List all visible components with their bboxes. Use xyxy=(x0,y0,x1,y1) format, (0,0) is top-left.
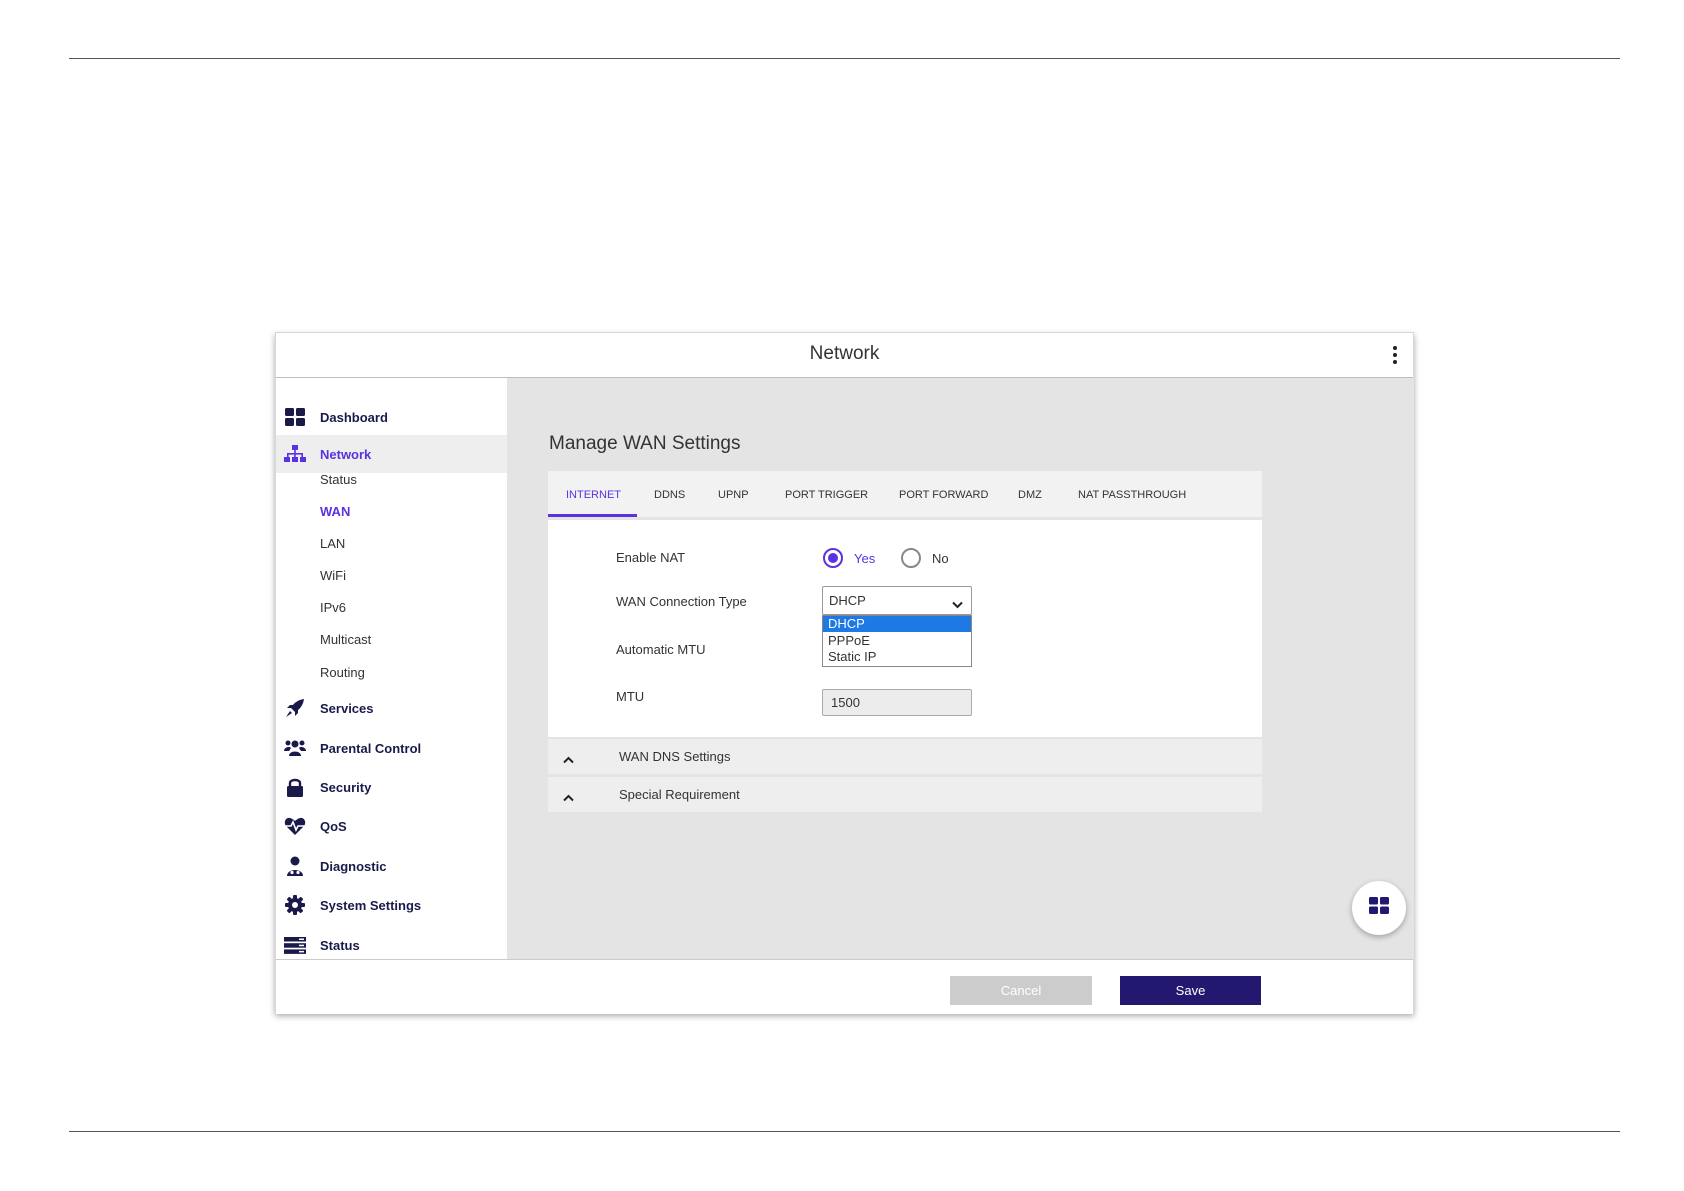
accordion-label: Special Requirement xyxy=(619,787,740,802)
heartbeat-icon xyxy=(284,815,306,837)
sidebar-item-label: Status xyxy=(320,937,360,953)
sidebar-item-label: Security xyxy=(320,779,372,795)
chevron-up-icon xyxy=(563,751,574,769)
sidebar-item-network[interactable]: Network xyxy=(276,435,507,473)
sidebar-subitem-routing[interactable]: Routing xyxy=(320,665,365,680)
auto-mtu-label: Automatic MTU xyxy=(616,642,706,657)
tab-bar: INTERNET DDNS UPNP PORT TRIGGER PORT FOR… xyxy=(548,471,1262,517)
sidebar-item-security[interactable]: Security xyxy=(276,768,507,806)
accordion-special-requirement[interactable]: Special Requirement xyxy=(548,777,1262,812)
sidebar-subitem-wan[interactable]: WAN xyxy=(320,504,350,519)
accordion-label: WAN DNS Settings xyxy=(619,749,731,764)
dashboard-fab[interactable] xyxy=(1352,881,1406,935)
tab-dmz[interactable]: DMZ xyxy=(1018,489,1042,501)
sidebar: Dashboard Network Status WAN LAN WiFi IP… xyxy=(276,378,507,959)
option-static-ip[interactable]: Static IP xyxy=(823,649,971,665)
top-rule xyxy=(69,58,1620,59)
dashboard-icon xyxy=(284,406,306,428)
network-icon xyxy=(284,443,306,465)
sidebar-item-services[interactable]: Services xyxy=(276,689,507,727)
active-tab-indicator xyxy=(548,514,637,517)
mtu-label: MTU xyxy=(616,689,645,704)
chevron-up-icon xyxy=(563,789,574,807)
save-button[interactable]: Save xyxy=(1120,976,1261,1005)
sidebar-subitem-wifi[interactable]: WiFi xyxy=(320,568,346,583)
sidebar-item-dashboard[interactable]: Dashboard xyxy=(276,398,507,436)
main-content: Manage WAN Settings INTERNET DDNS UPNP P… xyxy=(507,378,1414,959)
wan-type-value: DHCP xyxy=(829,593,866,608)
sidebar-subitem-ipv6[interactable]: IPv6 xyxy=(320,600,346,615)
sidebar-item-label: Diagnostic xyxy=(320,858,387,874)
app-title: Network xyxy=(809,343,880,364)
nat-no-label: No xyxy=(932,551,949,566)
sidebar-subitem-status[interactable]: Status xyxy=(320,472,357,487)
sidebar-subitem-multicast[interactable]: Multicast xyxy=(320,632,371,647)
lock-icon xyxy=(284,776,306,798)
tab-port-forward[interactable]: PORT FORWARD xyxy=(899,489,988,501)
tab-internet[interactable]: INTERNET xyxy=(566,489,621,501)
sidebar-item-qos[interactable]: QoS xyxy=(276,807,507,845)
nat-yes-radio[interactable] xyxy=(823,548,843,568)
nat-yes-label: Yes xyxy=(854,551,876,566)
cancel-button[interactable]: Cancel xyxy=(950,976,1092,1005)
users-icon xyxy=(284,737,306,759)
sidebar-item-label: Network xyxy=(320,446,372,462)
option-pppoe[interactable]: PPPoE xyxy=(823,633,971,649)
app-bar: Network xyxy=(276,333,1413,378)
sidebar-item-system-settings[interactable]: System Settings xyxy=(276,886,507,924)
more-options-icon[interactable] xyxy=(1391,346,1399,364)
tab-upnp[interactable]: UPNP xyxy=(718,489,749,501)
tab-port-trigger[interactable]: PORT TRIGGER xyxy=(785,489,868,501)
page-title: Manage WAN Settings xyxy=(549,433,741,454)
sidebar-item-label: System Settings xyxy=(320,897,422,913)
tab-nat-passthrough[interactable]: NAT PASSTHROUGH xyxy=(1078,489,1186,501)
nat-no-radio[interactable] xyxy=(901,548,921,568)
bottom-rule xyxy=(69,1131,1620,1132)
dashboard-icon xyxy=(1369,897,1389,919)
sidebar-item-label: Dashboard xyxy=(320,409,388,425)
server-icon xyxy=(284,934,306,956)
sidebar-item-diagnostic[interactable]: Diagnostic xyxy=(276,847,507,885)
mtu-input[interactable]: 1500 xyxy=(822,689,972,716)
sidebar-item-parental-control[interactable]: Parental Control xyxy=(276,729,507,767)
tab-ddns[interactable]: DDNS xyxy=(654,489,685,501)
doctor-icon xyxy=(284,855,306,877)
sidebar-item-label: Services xyxy=(320,700,374,716)
enable-nat-label: Enable NAT xyxy=(616,550,686,565)
sidebar-item-label: Parental Control xyxy=(320,740,422,756)
app-window: Network Dashboard Network Status WAN LAN… xyxy=(275,332,1414,1014)
footer-bar: Cancel Save xyxy=(276,959,1413,1014)
internet-form: Enable NAT Yes No WAN Connection Type DH… xyxy=(548,520,1262,737)
wan-type-dropdown: DHCP PPPoE Static IP xyxy=(822,615,972,667)
wan-type-select[interactable]: DHCP xyxy=(822,586,972,615)
sidebar-subitem-lan[interactable]: LAN xyxy=(320,536,345,551)
chevron-down-icon xyxy=(952,596,963,614)
wan-type-label: WAN Connection Type xyxy=(616,594,747,609)
rocket-icon xyxy=(284,697,306,719)
option-dhcp[interactable]: DHCP xyxy=(823,616,971,632)
gear-icon xyxy=(284,894,306,916)
sidebar-item-label: QoS xyxy=(320,818,347,834)
accordion-wan-dns[interactable]: WAN DNS Settings xyxy=(548,739,1262,774)
